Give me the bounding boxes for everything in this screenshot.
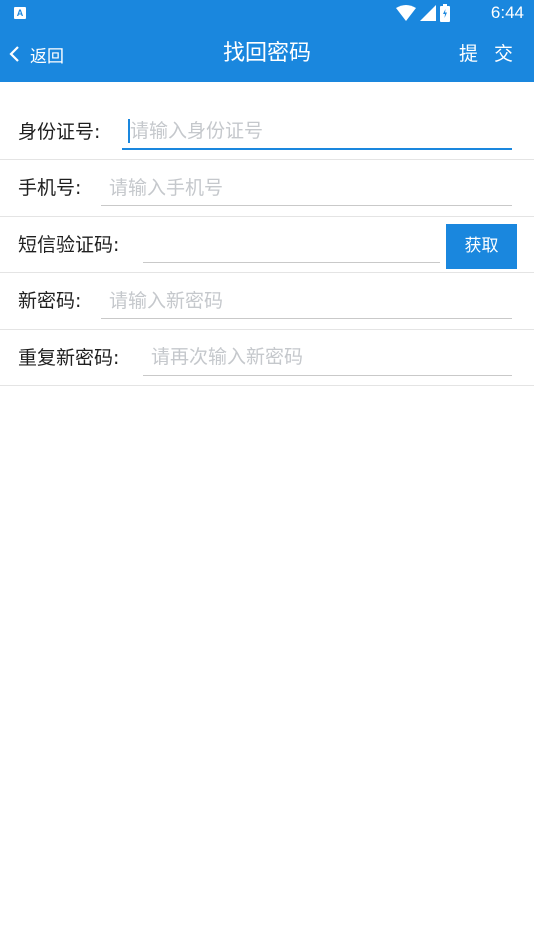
back-label: 返回	[30, 46, 64, 67]
get-code-button[interactable]: 获取	[446, 223, 517, 269]
new-password-label: 新密码:	[18, 290, 82, 312]
repeat-password-label: 重复新密码:	[18, 346, 120, 369]
a-notification-icon: A	[14, 7, 26, 19]
sms-code-row: 短信验证码: 获取	[0, 217, 534, 273]
battery-icon	[440, 4, 450, 22]
phone-row: 手机号:	[0, 160, 534, 217]
sms-code-field-wrapper	[143, 226, 440, 263]
id-number-field-wrapper	[122, 114, 512, 150]
page-title: 找回密码	[222, 41, 311, 66]
sms-code-label: 短信验证码:	[18, 233, 120, 256]
id-number-row: 身份证号:	[0, 104, 534, 160]
back-button[interactable]: 返回	[8, 26, 64, 82]
id-number-input[interactable]	[122, 114, 512, 148]
app-bar: 返回 找回密码 提 交	[0, 26, 534, 82]
repeat-password-field-wrapper	[143, 339, 512, 376]
repeat-password-row: 重复新密码:	[0, 330, 534, 386]
id-number-label: 身份证号:	[18, 121, 101, 143]
status-bar: A 6:44	[0, 0, 534, 26]
sms-code-input[interactable]	[143, 226, 440, 262]
new-password-row: 新密码:	[0, 273, 534, 330]
clock-time: 6:44	[490, 3, 524, 22]
submit-button[interactable]: 提 交	[459, 26, 518, 82]
phone-field-wrapper	[101, 170, 512, 206]
new-password-input[interactable]	[101, 283, 512, 318]
wifi-icon	[396, 5, 416, 21]
cellular-signal-icon	[420, 5, 436, 21]
phone-label: 手机号:	[18, 177, 82, 199]
new-password-field-wrapper	[101, 283, 512, 319]
phone-input[interactable]	[101, 170, 512, 205]
repeat-password-input[interactable]	[143, 339, 512, 375]
chevron-left-icon	[9, 46, 19, 62]
password-recovery-form: 身份证号: 手机号: 短信验证码: 获取 新密码: 重复新密码:	[0, 104, 534, 386]
system-icons	[396, 4, 450, 22]
text-cursor	[128, 119, 130, 143]
